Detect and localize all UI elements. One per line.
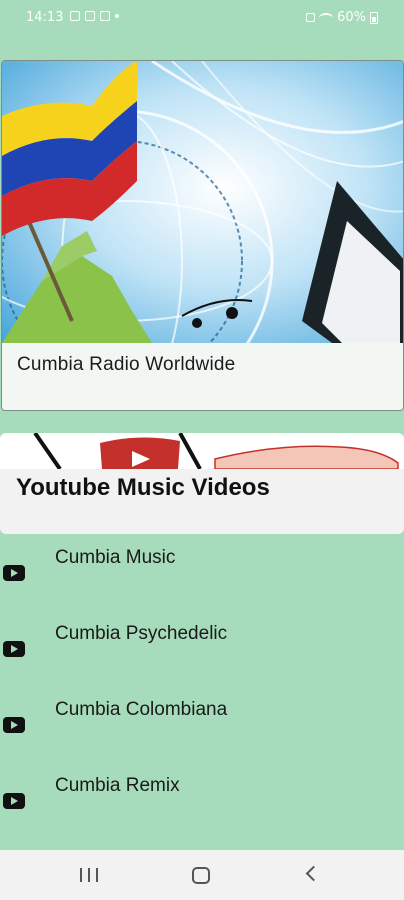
youtube-play-icon [3, 641, 25, 657]
list-item-cumbia-music[interactable]: Cumbia Music [0, 534, 404, 610]
more-notifications-icon [115, 14, 119, 18]
radio-card-title: Cumbia Radio Worldwide [17, 354, 236, 375]
colombia-flag-globe-radio-image [2, 61, 403, 343]
calendar-notification-icon [100, 11, 110, 21]
system-icons: 60% [306, 10, 378, 25]
list-item-label: Cumbia Music [55, 547, 176, 568]
list-item-label: Cumbia Remix [55, 775, 180, 796]
list-item-label: Cumbia Psychedelic [55, 623, 228, 644]
gallery-notification-icon [70, 11, 80, 21]
status-bar: 14:13 60% [0, 0, 404, 36]
list-item-cumbia-psychedelic[interactable]: Cumbia Psychedelic [0, 610, 404, 686]
recents-icon[interactable] [80, 868, 98, 884]
youtube-logo-banner-image [0, 433, 404, 469]
youtube-card-title: Youtube Music Videos [16, 474, 270, 501]
notification-icons [70, 11, 119, 21]
youtube-play-icon [3, 793, 25, 809]
back-icon[interactable] [305, 865, 322, 882]
battery-percent: 60% [337, 10, 366, 25]
list-item-cumbia-colombiana[interactable]: Cumbia Colombiana [0, 686, 404, 762]
system-navigation-bar [0, 850, 404, 900]
battery-icon [370, 11, 378, 24]
youtube-play-icon [3, 565, 25, 581]
list-item-label: Cumbia Colombiana [55, 699, 228, 720]
youtube-card[interactable]: Youtube Music Videos [0, 433, 404, 534]
status-time: 14:13 [26, 10, 64, 25]
list-item-cumbia-remix[interactable]: Cumbia Remix [0, 762, 404, 838]
radio-card[interactable]: Cumbia Radio Worldwide [1, 60, 404, 411]
app-notification-icon [85, 11, 95, 21]
wifi-icon [319, 12, 334, 23]
alarm-icon [306, 13, 316, 22]
home-icon[interactable] [192, 867, 210, 884]
youtube-play-icon [3, 717, 25, 733]
